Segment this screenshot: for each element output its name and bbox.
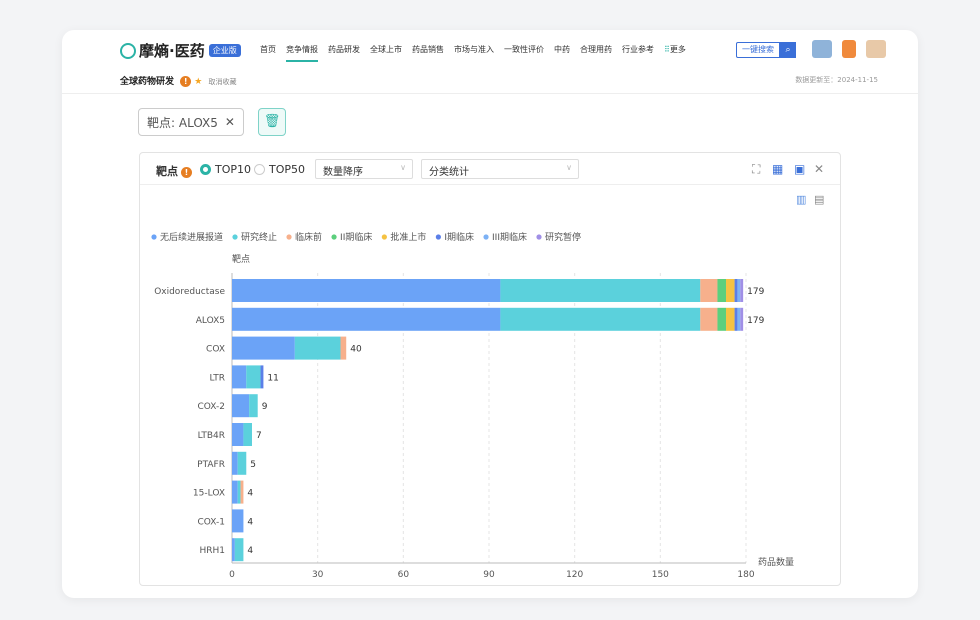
x-tick-label-2: 60 — [398, 570, 410, 580]
stacked-bar-chart: 无后续进展报道 研究终止 临床前 II期临床 批准上市 I期临床 III期临床 研究暂停靶点 0… — [151, 231, 794, 580]
bar-segment-5-0 — [232, 423, 244, 446]
legend-dot-1 — [232, 234, 238, 240]
bar-segment-1-2 — [700, 307, 718, 331]
x-tick-label-3: 90 — [483, 570, 495, 580]
data-label-6: 5 — [250, 460, 256, 470]
y-tick-label-8: COX-1 — [198, 517, 225, 527]
bar-segment-1-6 — [737, 307, 741, 331]
legend-label-3: II期临床 — [340, 231, 372, 243]
bar-segment-6-0 — [232, 451, 238, 475]
bar-segment-6-1 — [237, 451, 247, 475]
legend-label-2: 临床前 — [295, 231, 322, 243]
legend-dot-7 — [536, 234, 542, 240]
bar-segment-0-6 — [737, 279, 741, 302]
y-tick-label-1: ALOX5 — [196, 316, 225, 326]
data-label-8: 4 — [247, 517, 253, 527]
bar-segment-4-0 — [232, 394, 250, 418]
bar-segment-9-1 — [234, 538, 244, 562]
bar-segment-3-5 — [260, 365, 264, 389]
x-axis-title: 药品数量 — [758, 556, 794, 568]
y-tick-label-7: 15-LOX — [193, 489, 225, 499]
bar-segment-1-0 — [232, 307, 501, 331]
legend-label-4: 批准上市 — [390, 231, 426, 243]
bar-segment-1-3 — [717, 307, 727, 331]
bar-segment-0-5 — [734, 279, 738, 302]
bar-segment-1-5 — [734, 307, 738, 331]
y-tick-label-5: LTB4R — [198, 431, 225, 441]
y-tick-label-3: LTR — [209, 373, 225, 383]
bar-segment-7-0 — [232, 480, 238, 504]
y-tick-label-9: HRH1 — [199, 546, 225, 556]
data-label-9: 4 — [247, 546, 253, 556]
x-tick-label-4: 120 — [566, 570, 583, 580]
data-label-0: 179 — [747, 287, 764, 297]
legend-dot-0 — [151, 234, 157, 240]
legend-dot-2 — [286, 234, 292, 240]
bar-segment-0-3 — [717, 279, 727, 302]
data-label-3: 11 — [267, 373, 278, 383]
legend-dot-6 — [483, 234, 489, 240]
y-tick-label-6: PTAFR — [197, 460, 225, 470]
bar-segment-4-1 — [249, 394, 258, 418]
bar-segment-1-1 — [500, 307, 701, 331]
legend-label-5: I期临床 — [444, 231, 474, 243]
legend-label-0: 无后续进展报道 — [160, 231, 223, 243]
bar-segment-0-7 — [740, 279, 744, 302]
bar-segment-3-1 — [246, 365, 261, 389]
data-label-1: 179 — [747, 316, 764, 326]
bar-segment-0-2 — [700, 279, 718, 302]
bar-segment-7-1 — [237, 480, 241, 504]
data-label-5: 7 — [256, 431, 262, 441]
bar-segment-1-4 — [726, 307, 735, 331]
bar-segment-7-2 — [240, 480, 244, 504]
bar-segment-2-2 — [340, 336, 347, 360]
data-label-2: 40 — [350, 345, 362, 355]
bar-segment-2-1 — [294, 336, 341, 360]
bar-segment-3-0 — [232, 365, 247, 389]
bar-segment-5-1 — [243, 423, 252, 446]
y-axis-title: 靶点 — [232, 253, 250, 265]
x-tick-label-5: 150 — [652, 570, 669, 580]
legend-label-1: 研究终止 — [241, 231, 277, 243]
bar-segment-9-0 — [232, 538, 235, 562]
x-tick-label-6: 180 — [737, 570, 754, 580]
bar-segment-0-0 — [232, 279, 501, 302]
bar-segment-0-1 — [500, 279, 701, 302]
y-tick-label-2: COX — [206, 345, 225, 355]
legend-label-6: III期临床 — [492, 231, 527, 243]
y-tick-label-4: COX-2 — [198, 402, 225, 412]
x-tick-label-0: 0 — [229, 570, 235, 580]
data-label-4: 9 — [262, 402, 268, 412]
data-label-7: 4 — [247, 489, 253, 499]
y-tick-label-0: Oxidoreductase — [154, 287, 225, 297]
legend-dot-4 — [381, 234, 387, 240]
bar-segment-2-0 — [232, 336, 295, 360]
legend-dot-3 — [331, 234, 337, 240]
bar-segment-1-7 — [740, 307, 744, 331]
legend-dot-5 — [435, 234, 441, 240]
x-tick-label-1: 30 — [312, 570, 324, 580]
bar-segment-0-4 — [726, 279, 735, 302]
bar-segment-8-0 — [232, 509, 244, 533]
legend-label-7: 研究暂停 — [545, 231, 581, 243]
